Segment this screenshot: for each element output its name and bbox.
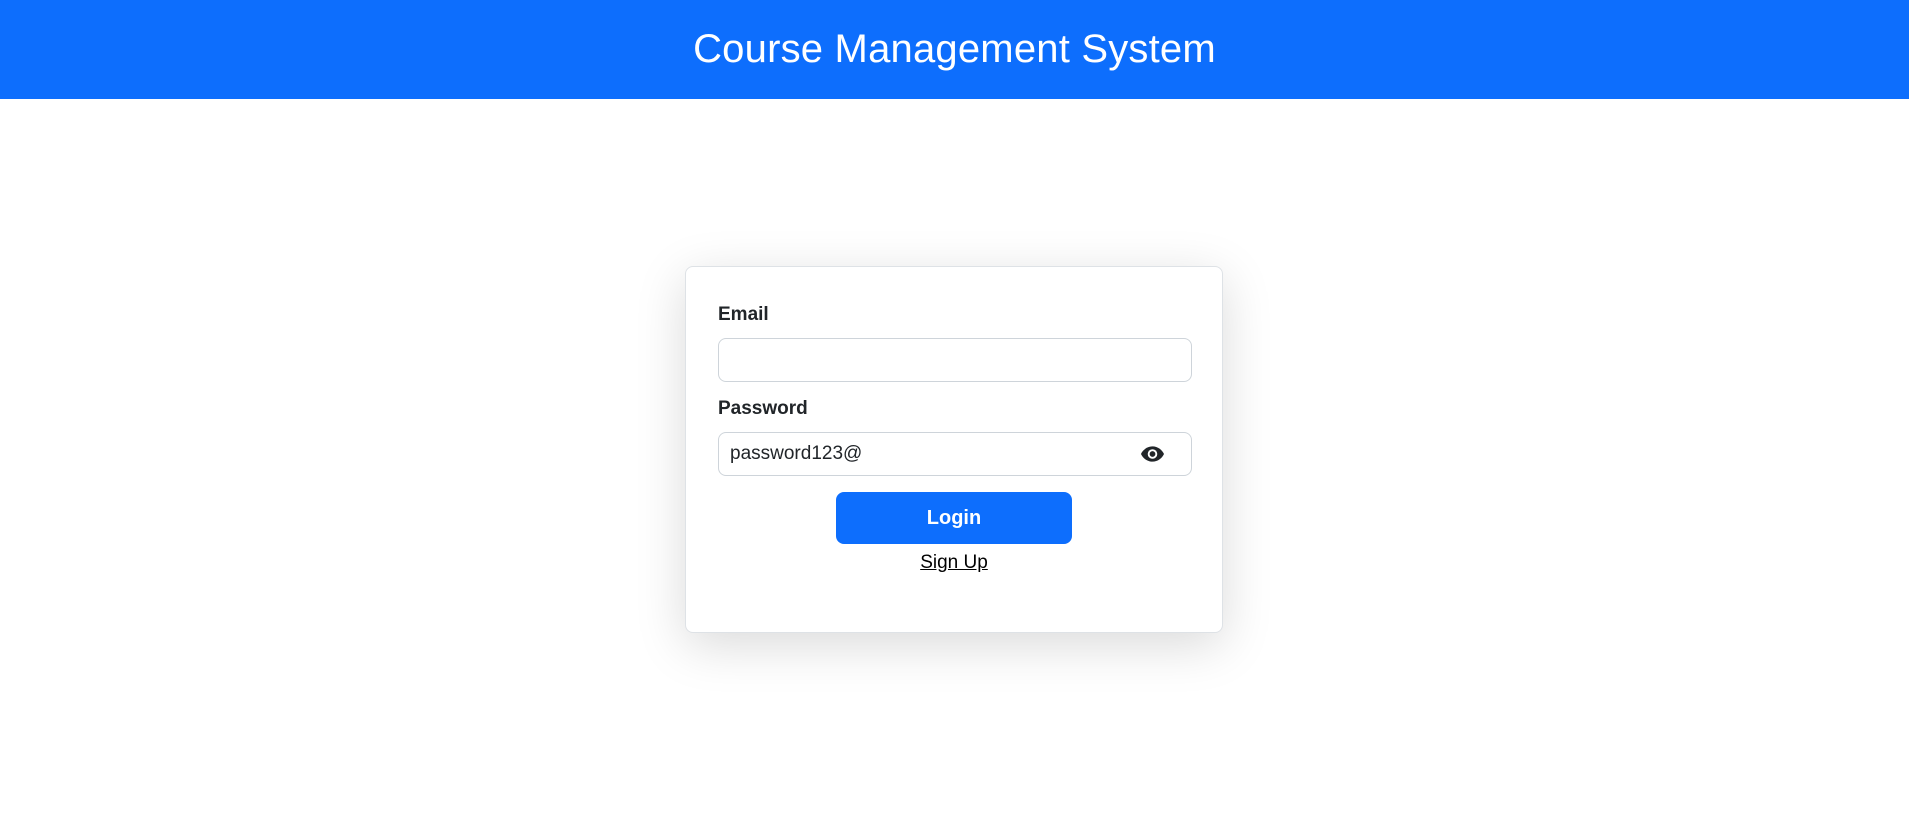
email-input[interactable] bbox=[718, 338, 1192, 382]
login-button[interactable]: Login bbox=[836, 492, 1072, 544]
eye-icon[interactable] bbox=[1140, 443, 1164, 465]
login-card: Email Password Login Sign Up bbox=[685, 266, 1223, 633]
password-field-wrapper bbox=[718, 432, 1192, 476]
app-header: Course Management System bbox=[0, 0, 1909, 99]
password-label: Password bbox=[718, 398, 808, 419]
signup-link[interactable]: Sign Up bbox=[920, 552, 988, 574]
form-actions: Login Sign Up bbox=[718, 492, 1190, 574]
password-input[interactable] bbox=[718, 432, 1192, 476]
app-title: Course Management System bbox=[693, 27, 1216, 71]
eye-icon-graphic bbox=[1140, 446, 1164, 462]
email-label: Email bbox=[718, 304, 769, 325]
email-field-wrapper bbox=[718, 338, 1192, 382]
